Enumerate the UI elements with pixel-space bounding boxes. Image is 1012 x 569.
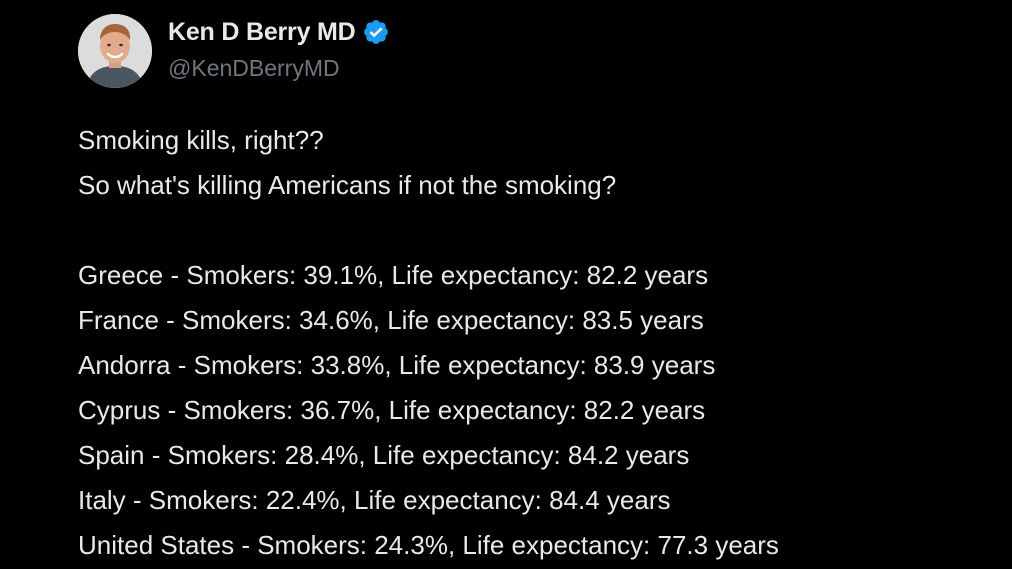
avatar-photo-icon [78, 14, 152, 88]
avatar[interactable] [78, 14, 152, 88]
country-line-spain: Spain - Smokers: 28.4%, Life expectancy:… [78, 440, 690, 470]
country-line-france: France - Smokers: 34.6%, Life expectancy… [78, 305, 704, 335]
country-line-united-states: United States - Smokers: 24.3%, Life exp… [78, 530, 779, 560]
country-line-greece: Greece - Smokers: 39.1%, Life expectancy… [78, 260, 709, 290]
display-name[interactable]: Ken D Berry MD [168, 18, 356, 47]
tweet-text: Smoking kills, right?? So what's killing… [78, 118, 998, 568]
country-line-andorra: Andorra - Smokers: 33.8%, Life expectanc… [78, 350, 716, 380]
author-handle[interactable]: @KenDBerryMD [168, 55, 340, 82]
tweet-line: So what's killing Americans if not the s… [78, 170, 617, 200]
country-line-cyprus: Cyprus - Smokers: 36.7%, Life expectancy… [78, 395, 706, 425]
verified-badge-icon[interactable] [362, 18, 390, 46]
author-name-row[interactable]: Ken D Berry MD [168, 16, 390, 48]
tweet-line: Smoking kills, right?? [78, 125, 324, 155]
tweet: Ken D Berry MD @KenDBerryMD Smoking kill… [0, 0, 1012, 569]
country-line-italy: Italy - Smokers: 22.4%, Life expectancy:… [78, 485, 671, 515]
